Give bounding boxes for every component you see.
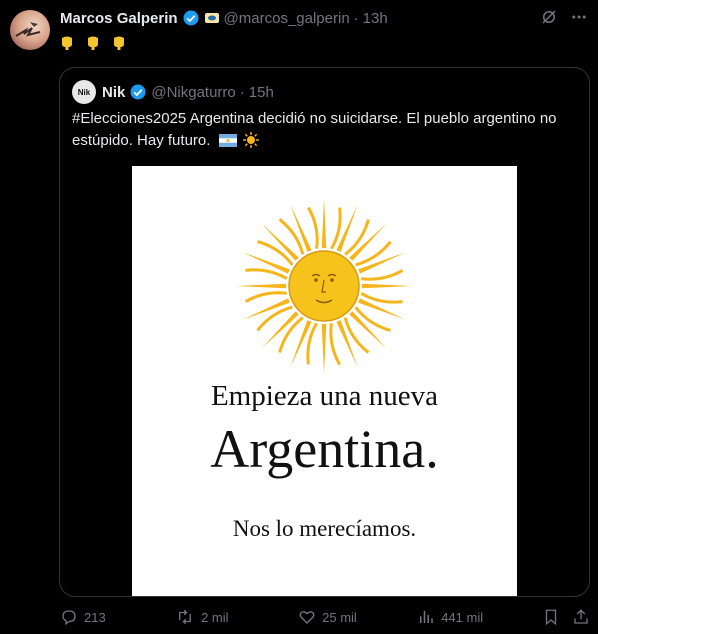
sun-ray <box>349 311 387 349</box>
reply-icon <box>62 610 76 626</box>
verified-badge-icon <box>182 9 200 27</box>
sun-ray <box>361 283 412 289</box>
views-count: 441 mil <box>441 609 484 625</box>
sun-ray <box>261 223 299 261</box>
like-button[interactable]: 25 mil <box>298 608 417 626</box>
like-count: 25 mil <box>322 609 357 625</box>
author-handle[interactable]: @marcos_galperin <box>224 10 350 27</box>
sun-ray <box>244 291 287 303</box>
image-line-1: Empieza una nueva <box>210 380 439 412</box>
reply-button[interactable]: 213 <box>60 608 175 626</box>
pointing-down-hand-icon <box>114 36 125 51</box>
sun-ray <box>245 268 288 280</box>
share-icon <box>574 609 588 624</box>
views-icon <box>420 611 433 623</box>
image-line-2: Argentina. <box>210 419 439 479</box>
retweet-icon <box>179 609 192 625</box>
sun-ray <box>349 223 387 261</box>
grok-icon[interactable] <box>540 8 558 31</box>
share-button[interactable] <box>572 608 590 626</box>
author-avatar[interactable] <box>10 10 50 50</box>
sun-ray <box>307 206 319 249</box>
separator: · <box>353 9 359 27</box>
quoted-tweet-header: Nik Nik @Nikgaturro · 15h <box>72 80 274 104</box>
author-name[interactable]: Marcos Galperin <box>60 10 178 27</box>
tweet: Marcos Galperin @marcos_galperin · 13h 👇… <box>0 0 598 634</box>
sun-ray <box>321 198 327 249</box>
verified-badge-icon <box>129 83 147 101</box>
pointing-down-hand-icon <box>62 36 72 51</box>
sun-of-may-icon <box>236 198 412 374</box>
quoted-author-handle[interactable]: @Nikgaturro <box>151 84 235 101</box>
separator: · <box>239 83 245 101</box>
pointing-down-hand-icon <box>88 36 99 51</box>
views-button[interactable]: 441 mil <box>417 608 542 626</box>
sun-ray <box>236 283 287 289</box>
reply-count: 213 <box>84 609 106 625</box>
tweet-header: Marcos Galperin @marcos_galperin · 13h <box>60 9 388 27</box>
retweet-button[interactable]: 2 mil <box>175 608 298 626</box>
quoted-timestamp[interactable]: 15h <box>249 84 274 101</box>
sun-ray <box>306 322 318 365</box>
heart-icon <box>299 611 315 624</box>
more-options-icon[interactable] <box>570 8 588 31</box>
tweet-text: 👇👇👇 <box>60 34 132 51</box>
sun-ray <box>329 323 341 366</box>
quoted-tweet-image[interactable]: Empieza una nueva Argentina. Nos lo mere… <box>132 166 517 596</box>
quoted-tweet[interactable]: Nik Nik @Nikgaturro · 15h #Elecciones202… <box>59 67 590 597</box>
sun-ray <box>321 323 327 374</box>
quoted-author-avatar[interactable]: Nik <box>72 80 96 104</box>
tweet-actions: 213 2 mil 25 mil 441 mil <box>60 608 590 626</box>
retweet-count: 2 mil <box>201 609 229 625</box>
sun-ray <box>261 311 299 349</box>
quoted-author-name[interactable]: Nik <box>102 84 125 101</box>
affiliation-badge-icon[interactable] <box>204 10 220 26</box>
bookmark-icon <box>546 609 557 626</box>
sun-ray <box>330 207 342 250</box>
timestamp[interactable]: 13h <box>363 10 388 27</box>
tweet-top-actions <box>540 8 588 31</box>
quoted-text-body: #Elecciones2025 Argentina decidió no sui… <box>72 110 557 149</box>
sun-ray <box>361 269 404 281</box>
image-line-3: Nos lo merecíamos. <box>232 516 417 541</box>
sun-icon <box>242 132 259 148</box>
bookmark-button[interactable] <box>542 608 572 626</box>
argentina-flag-icon <box>218 134 237 147</box>
quoted-tweet-text: #Elecciones2025 Argentina decidió no sui… <box>72 108 577 152</box>
sun-ray <box>360 292 403 304</box>
